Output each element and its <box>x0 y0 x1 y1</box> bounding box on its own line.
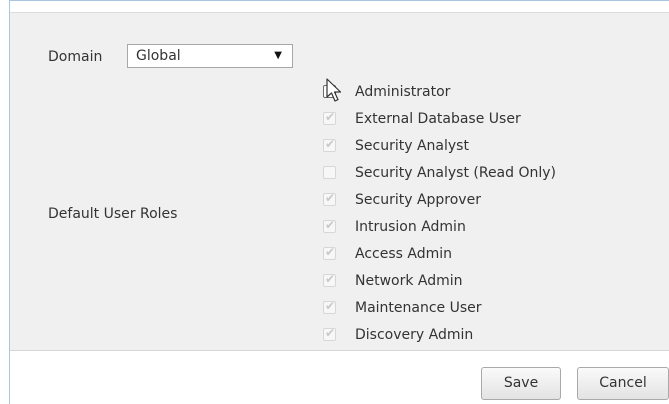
role-label: Maintenance User <box>355 299 482 316</box>
role-discovery-admin[interactable]: ✔ Discovery Admin <box>321 321 556 348</box>
role-checkbox[interactable]: ✔ <box>323 272 336 287</box>
role-checkbox[interactable]: ✔ <box>323 110 336 125</box>
domain-label: Domain <box>48 49 103 65</box>
mouse-pointer-icon <box>326 78 342 102</box>
cancel-button[interactable]: Cancel <box>577 367 669 400</box>
role-maintenance-user[interactable]: ✔ Maintenance User <box>321 294 556 321</box>
role-security-analyst-read-only[interactable]: ✔ Security Analyst (Read Only) <box>321 159 556 186</box>
role-label: External Database User <box>355 110 521 127</box>
role-checkbox[interactable]: ✔ <box>323 299 336 314</box>
role-security-analyst[interactable]: ✔ Security Analyst <box>321 132 556 159</box>
role-checkbox[interactable]: ✔ <box>323 137 336 152</box>
role-label: Discovery Admin <box>355 326 474 343</box>
role-label: Security Analyst <box>355 137 469 154</box>
domain-select-value: Global <box>136 48 181 64</box>
role-security-approver[interactable]: ✔ Security Approver <box>321 186 556 213</box>
role-checkbox[interactable]: ✔ <box>323 166 336 179</box>
role-network-admin[interactable]: ✔ Network Admin <box>321 267 556 294</box>
checkmark-icon: ✔ <box>325 272 336 286</box>
checkmark-icon: ✔ <box>325 191 336 205</box>
role-label: Security Analyst (Read Only) <box>355 164 556 181</box>
role-intrusion-admin[interactable]: ✔ Intrusion Admin <box>321 213 556 240</box>
role-checkbox[interactable]: ✔ <box>323 218 336 233</box>
role-label: Access Admin <box>355 245 452 262</box>
role-label: Network Admin <box>355 272 463 289</box>
default-user-roles-label: Default User Roles <box>48 206 178 222</box>
role-checkbox[interactable]: ✔ <box>323 191 336 206</box>
role-checkbox-list: ✔ Administrator ✔ External Database User… <box>321 78 556 348</box>
checkmark-icon: ✔ <box>325 245 336 259</box>
role-label: Security Approver <box>355 191 481 208</box>
role-checkbox[interactable]: ✔ <box>323 326 336 341</box>
checkmark-icon: ✔ <box>325 326 336 340</box>
role-label: Intrusion Admin <box>355 218 466 235</box>
role-label: Administrator <box>355 83 451 100</box>
checkmark-icon: ✔ <box>325 137 336 151</box>
checkmark-icon: ✔ <box>325 218 336 232</box>
settings-panel: Domain Global ▼ Default User Roles ✔ Adm… <box>10 12 669 351</box>
role-external-database-user[interactable]: ✔ External Database User <box>321 105 556 132</box>
checkmark-icon: ✔ <box>325 299 336 313</box>
domain-select[interactable]: Global ▼ <box>127 44 293 68</box>
role-access-admin[interactable]: ✔ Access Admin <box>321 240 556 267</box>
role-administrator[interactable]: ✔ Administrator <box>321 78 556 105</box>
role-checkbox[interactable]: ✔ <box>323 245 336 260</box>
save-button[interactable]: Save <box>481 367 561 400</box>
chevron-down-icon: ▼ <box>274 50 282 61</box>
checkmark-icon: ✔ <box>325 110 336 124</box>
